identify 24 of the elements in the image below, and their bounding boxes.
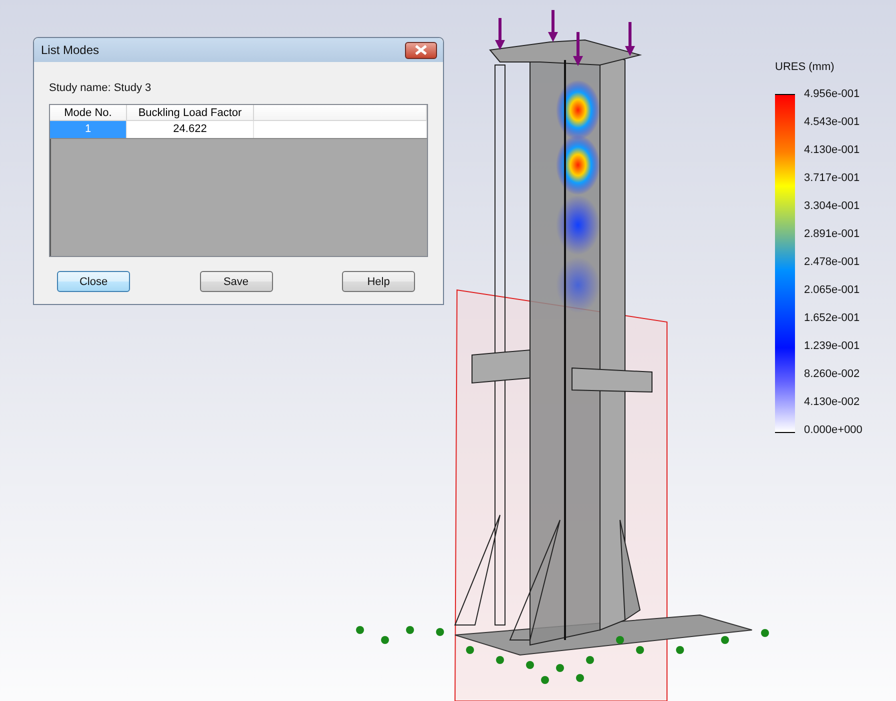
scale-label: 2.478e-001 (804, 255, 861, 270)
close-icon (415, 45, 427, 55)
scale-label: 0.000e+000 (804, 423, 862, 438)
close-button[interactable] (405, 42, 437, 58)
scale-label: 2.065e-001 (804, 283, 861, 298)
scale-label: 1.652e-001 (804, 311, 861, 326)
legend-title: URES (mm) (775, 61, 836, 73)
window-title: List Modes (41, 43, 100, 57)
scale-label: 3.304e-001 (804, 199, 861, 214)
study-name-label: Study name: Study 3 (49, 82, 152, 94)
dialog-button[interactable]: Help (342, 271, 415, 292)
table-cell[interactable]: 24.622 (127, 121, 254, 138)
scale-label: 8.260e-002 (804, 367, 861, 382)
scale-label: 2.891e-001 (804, 227, 861, 242)
column-header[interactable]: Mode No. (50, 105, 127, 121)
scale-label: 4.956e-001 (804, 87, 861, 102)
dialog-button[interactable]: Save (200, 271, 272, 292)
scale-label: 1.239e-001 (804, 339, 861, 354)
dialog-button[interactable]: Close (57, 271, 130, 292)
scale-label: 4.130e-001 (804, 143, 861, 158)
scale-label: 4.130e-002 (804, 395, 861, 410)
scale-label: 3.717e-001 (804, 171, 861, 186)
column-header[interactable]: Buckling Load Factor (127, 105, 254, 121)
scale-label: 4.543e-001 (804, 115, 861, 130)
